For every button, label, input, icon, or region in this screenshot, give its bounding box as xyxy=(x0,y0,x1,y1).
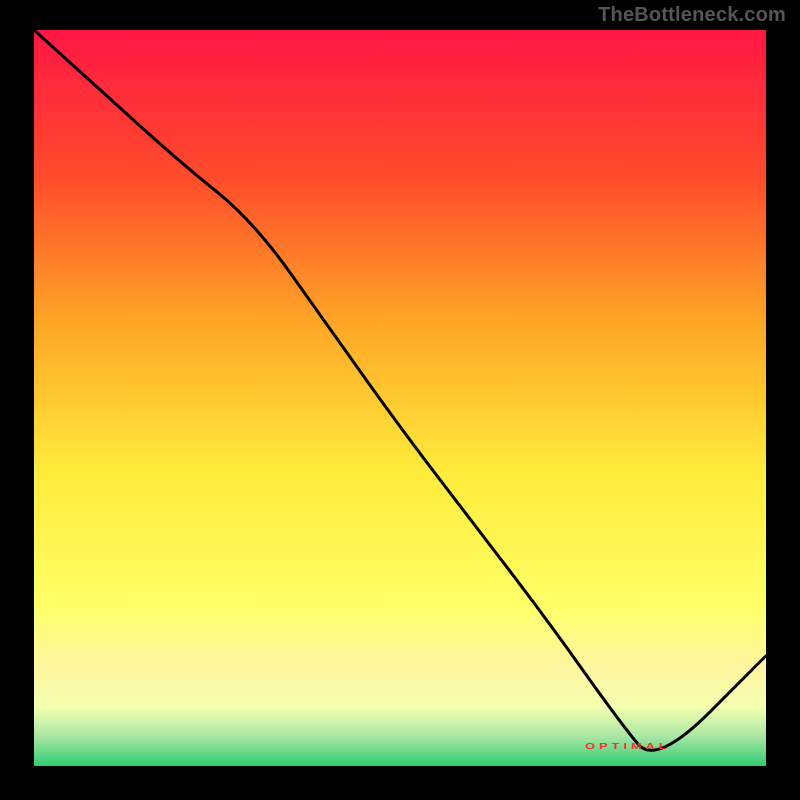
chart-container: TheBottleneck.com OPTIMAL xyxy=(0,0,800,800)
attribution-text: TheBottleneck.com xyxy=(598,4,786,27)
chart-svg xyxy=(34,30,766,766)
plot-frame xyxy=(34,30,766,766)
gradient-background xyxy=(34,30,766,766)
optimal-label: OPTIMAL xyxy=(585,742,671,751)
